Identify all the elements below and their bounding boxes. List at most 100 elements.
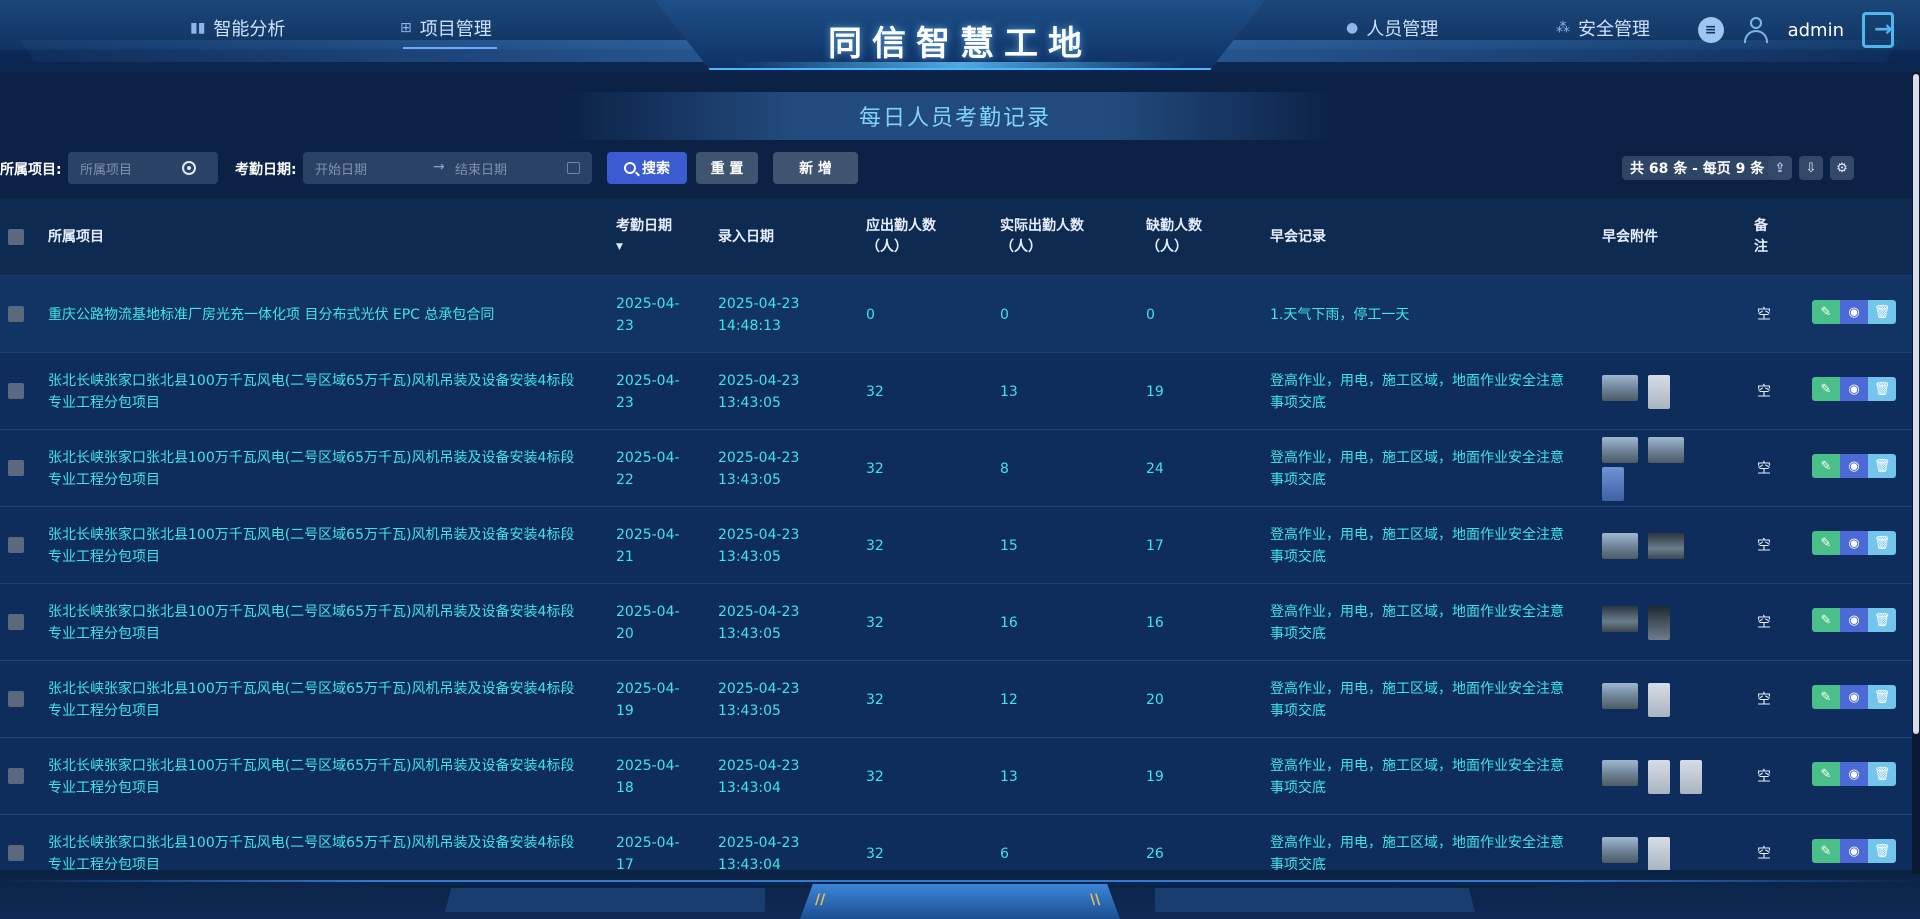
attachment-thumbnail[interactable]	[1602, 466, 1624, 501]
row-checkbox[interactable]	[8, 845, 24, 861]
cell-expected: 0	[866, 306, 875, 323]
edit-icon[interactable]: ✎	[1812, 762, 1840, 786]
add-button[interactable]: 新 增	[773, 152, 858, 184]
cell-actual: 13	[1000, 383, 1018, 400]
attachment-thumbnail[interactable]	[1602, 605, 1638, 632]
user-area: ≡ admin	[1697, 8, 1894, 52]
end-date-input[interactable]: 结束日期	[455, 159, 507, 178]
attachment-thumbnail[interactable]	[1648, 682, 1670, 717]
date-filter-label: 考勤日期:	[235, 162, 297, 178]
project-select[interactable]: 所属项目	[68, 152, 218, 184]
attachment-thumbnail[interactable]	[1602, 374, 1638, 401]
attachment-thumbnail[interactable]	[1648, 436, 1684, 463]
project-filter-label: 所属项目:	[0, 162, 62, 178]
col-entry-date: 录入日期	[718, 228, 774, 245]
attachment-thumbnail[interactable]	[1602, 836, 1638, 863]
row-checkbox[interactable]	[8, 537, 24, 553]
row-checkbox[interactable]	[8, 306, 24, 322]
footer-ornament-right: \\	[1090, 892, 1101, 908]
attachment-thumbnail[interactable]	[1648, 759, 1670, 794]
cell-project[interactable]: 张北长峡张家口张北县100万千瓦风电(二号区域65万千瓦)风机吊装及设备安装4标…	[48, 353, 588, 430]
cell-project[interactable]: 张北长峡张家口张北县100万千瓦风电(二号区域65万千瓦)风机吊装及设备安装4标…	[48, 507, 588, 584]
eye-icon[interactable]: ◉	[1840, 377, 1868, 401]
cell-meeting: 1.天气下雨，停工一天	[1270, 306, 1410, 323]
edit-icon[interactable]: ✎	[1812, 839, 1840, 863]
trash-icon[interactable]: 🗑	[1868, 762, 1896, 786]
cell-expected: 32	[866, 614, 884, 631]
username[interactable]: admin	[1788, 20, 1844, 41]
attachment-thumbnail[interactable]	[1602, 532, 1638, 559]
trash-icon[interactable]: 🗑	[1868, 454, 1896, 478]
eye-icon[interactable]: ◉	[1840, 608, 1868, 632]
cell-actual: 12	[1000, 691, 1018, 708]
cell-project[interactable]: 重庆公路物流基地标准厂房光充一体化项 目分布式光伏 EPC 总承包合同	[48, 276, 588, 353]
edit-icon[interactable]: ✎	[1812, 377, 1840, 401]
cell-project[interactable]: 张北长峡张家口张北县100万千瓦风电(二号区域65万千瓦)风机吊装及设备安装4标…	[48, 661, 588, 738]
row-checkbox[interactable]	[8, 460, 24, 476]
row-checkbox[interactable]	[8, 383, 24, 399]
reset-button[interactable]: 重 置	[696, 152, 758, 184]
edit-icon[interactable]: ✎	[1812, 300, 1840, 324]
row-checkbox[interactable]	[8, 614, 24, 630]
edit-icon[interactable]: ✎	[1812, 454, 1840, 478]
cell-project[interactable]: 张北长峡张家口张北县100万千瓦风电(二号区域65万千瓦)风机吊装及设备安装4标…	[48, 815, 588, 871]
eye-icon[interactable]: ◉	[1840, 531, 1868, 555]
row-checkbox[interactable]	[8, 768, 24, 784]
eye-icon[interactable]: ◉	[1840, 685, 1868, 709]
cell-attendance-date: 2025-04-23	[616, 372, 680, 411]
cell-entry-date: 2025-04-23 13:43:04	[718, 834, 800, 871]
eye-icon[interactable]: ◉	[1840, 839, 1868, 863]
start-date-input[interactable]: 开始日期	[315, 159, 367, 178]
trash-icon[interactable]: 🗑	[1868, 839, 1896, 863]
cell-project[interactable]: 张北长峡张家口张北县100万千瓦风电(二号区域65万千瓦)风机吊装及设备安装4标…	[48, 738, 588, 815]
attachment-thumbnail[interactable]	[1602, 759, 1638, 786]
trash-icon[interactable]: 🗑	[1868, 531, 1896, 555]
eye-icon[interactable]: ◉	[1840, 300, 1868, 324]
cell-attachments	[1602, 815, 1712, 870]
nav-item-project[interactable]: ⊞ 项目管理	[400, 13, 492, 43]
sort-desc-icon[interactable]: ▼	[616, 237, 623, 258]
cell-project[interactable]: 张北长峡张家口张北县100万千瓦风电(二号区域65万千瓦)风机吊装及设备安装4标…	[48, 430, 588, 507]
pagination-total: 共 68 条 - 每页 9 条	[1622, 156, 1773, 180]
edit-icon[interactable]: ✎	[1812, 685, 1840, 709]
page-title: 每日人员考勤记录	[858, 106, 1051, 131]
cell-meeting: 登高作业，用电，施工区域，地面作业安全注意事项交底	[1270, 757, 1564, 796]
trash-icon[interactable]: 🗑	[1868, 608, 1896, 632]
eye-icon[interactable]: ◉	[1840, 762, 1868, 786]
cell-meeting: 登高作业，用电，施工区域，地面作业安全注意事项交底	[1270, 834, 1564, 871]
trash-icon[interactable]: 🗑	[1868, 377, 1896, 401]
attachment-thumbnail[interactable]	[1602, 436, 1638, 463]
cell-remark: 空	[1757, 845, 1771, 862]
col-attendance-date[interactable]: 考勤日期 ▼	[616, 198, 686, 276]
trash-icon[interactable]: 🗑	[1868, 300, 1896, 324]
nav-item-analysis[interactable]: ▮▮ 智能分析	[190, 13, 285, 43]
cell-entry-date: 2025-04-23 13:43:05	[718, 603, 800, 642]
attachment-thumbnail[interactable]	[1648, 605, 1670, 640]
eye-icon[interactable]: ◉	[1840, 454, 1868, 478]
scrollbar-thumb[interactable]	[1913, 74, 1919, 734]
date-separator: →	[433, 159, 445, 175]
cell-project[interactable]: 张北长峡张家口张北县100万千瓦风电(二号区域65万千瓦)风机吊装及设备安装4标…	[48, 584, 588, 661]
edit-icon[interactable]: ✎	[1812, 531, 1840, 555]
chat-icon[interactable]: ≡	[1697, 17, 1724, 43]
date-range-picker[interactable]: 开始日期 → 结束日期	[303, 152, 592, 184]
row-checkbox[interactable]	[8, 691, 24, 707]
import-icon[interactable]: ⇩	[1799, 156, 1823, 180]
attachment-thumbnail[interactable]	[1648, 374, 1670, 409]
logout-icon[interactable]	[1862, 12, 1894, 48]
row-actions: ✎ ◉ 🗑	[1812, 762, 1896, 786]
user-icon[interactable]	[1742, 15, 1770, 45]
row-actions: ✎ ◉ 🗑	[1812, 608, 1896, 632]
nav-item-safety[interactable]: ⁂ 安全管理	[1556, 13, 1650, 43]
settings-icon[interactable]: ⚙	[1830, 156, 1854, 180]
select-all-checkbox[interactable]	[8, 229, 24, 245]
nav-item-personnel[interactable]: ● 人员管理	[1346, 13, 1438, 43]
trash-icon[interactable]: 🗑	[1868, 685, 1896, 709]
attachment-thumbnail[interactable]	[1602, 682, 1638, 709]
search-button[interactable]: 搜索	[607, 152, 687, 184]
edit-icon[interactable]: ✎	[1812, 608, 1840, 632]
attachment-thumbnail[interactable]	[1648, 836, 1670, 870]
export-icon[interactable]: ⇪	[1768, 156, 1792, 180]
attachment-thumbnail[interactable]	[1680, 759, 1702, 794]
attachment-thumbnail[interactable]	[1648, 532, 1684, 559]
